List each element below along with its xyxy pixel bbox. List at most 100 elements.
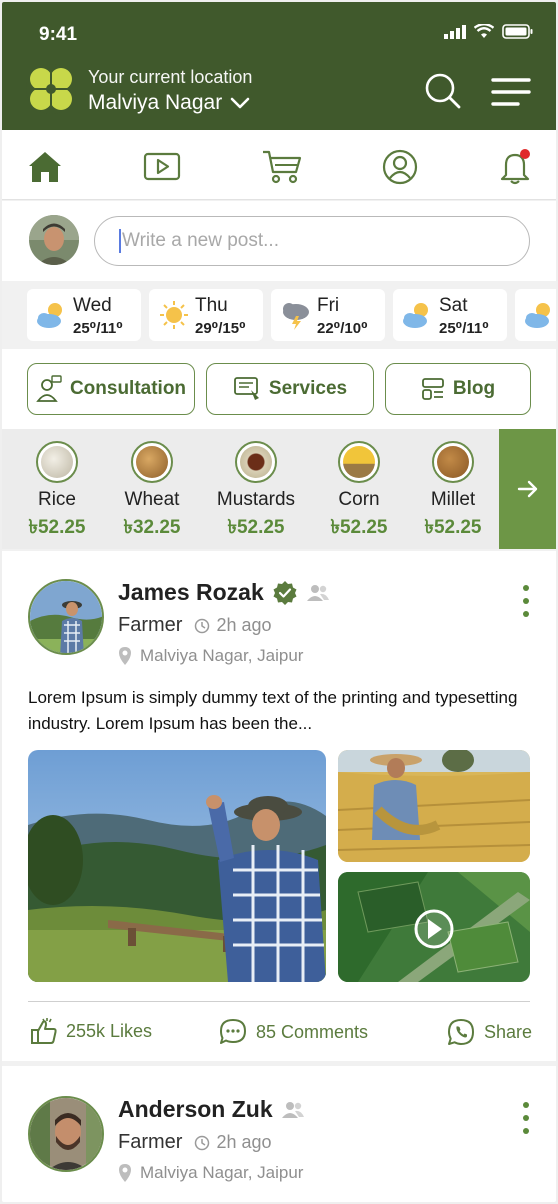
share-button[interactable]: Share (446, 1017, 532, 1047)
services-label: Services (268, 378, 348, 399)
commodity-name: Rice (37, 489, 76, 510)
post-options-icon[interactable] (521, 585, 531, 617)
commodity-item[interactable]: Wheat ৳32.25 (104, 441, 200, 545)
home-icon[interactable] (26, 148, 64, 186)
post-author-meta: Farmer 2h ago (118, 614, 272, 637)
commodity-name: Millet (430, 489, 476, 510)
location-selector[interactable]: Malviya Nagar (88, 91, 250, 115)
profile-icon[interactable] (381, 148, 419, 186)
post-location: Malviya Nagar, Jaipur (118, 1163, 303, 1183)
mustards-thumbnail (235, 441, 277, 483)
corn-thumbnail (338, 441, 380, 483)
weather-card[interactable]: Wed 25⁰/11⁰ (27, 289, 141, 341)
weather-card[interactable]: Sat 25⁰/11⁰ (393, 289, 507, 341)
top-nav-bar (2, 130, 556, 200)
quick-links: Consultation Services Blog (2, 349, 556, 429)
blog-icon (421, 378, 444, 400)
consultation-button[interactable]: Consultation (27, 363, 195, 415)
consultation-label: Consultation (69, 378, 187, 399)
comment-button[interactable]: 85 Comments (218, 1017, 368, 1047)
post-location: Malviya Nagar, Jaipur (118, 646, 303, 666)
location-pin-icon (119, 647, 131, 665)
thunderstorm-icon (283, 303, 309, 330)
post-photo-main[interactable] (28, 750, 326, 982)
like-button[interactable]: 255k Likes (30, 1017, 152, 1045)
post-time-text: 2h ago (216, 1132, 272, 1152)
location-label: Your current location (88, 67, 253, 87)
clock-icon (195, 618, 210, 633)
video-icon[interactable] (143, 148, 181, 186)
commodity-item[interactable]: Corn ৳52.25 (311, 441, 407, 545)
likes-count: 255k Likes (66, 1020, 153, 1041)
post-time: 2h ago (194, 1132, 272, 1153)
commodity-item[interactable]: Mustards ৳52.25 (208, 441, 304, 545)
signal-icon (444, 24, 466, 39)
share-label: Share (484, 1021, 533, 1042)
location-pin-icon (119, 1164, 131, 1182)
commodity-item[interactable]: Rice ৳52.25 (9, 441, 105, 545)
post-author-role: Farmer (118, 614, 183, 636)
weather-temp: 25⁰/11⁰ (439, 320, 489, 337)
consultation-icon (36, 375, 62, 402)
services-icon (234, 377, 259, 400)
menu-icon[interactable] (490, 76, 532, 108)
post-author-meta: Farmer 2h ago (118, 1131, 272, 1154)
weather-card[interactable]: Thu 29⁰/15⁰ (149, 289, 263, 341)
commodity-prices: Rice ৳52.25 Wheat ৳32.25 Mustards ৳52.25… (2, 429, 556, 549)
weather-day: Fri (317, 295, 340, 316)
cart-icon[interactable] (262, 148, 304, 186)
arrow-right-icon (517, 480, 537, 498)
post-author-name[interactable]: James Rozak (118, 579, 264, 606)
partly-cloudy-icon (525, 303, 550, 328)
weather-card-partial[interactable] (515, 289, 556, 341)
new-post-placeholder: Write a new post... (122, 230, 279, 251)
search-icon[interactable] (424, 72, 462, 110)
weather-temp: 22⁰/10⁰ (317, 320, 368, 337)
location-value: Malviya Nagar (88, 91, 223, 114)
whatsapp-share-icon (448, 1019, 474, 1045)
commodity-price: ৳32.25 (123, 517, 181, 538)
commodity-price: ৳52.25 (28, 517, 86, 538)
weather-temp: 29⁰/15⁰ (195, 320, 246, 337)
commodity-price: ৳52.25 (330, 517, 388, 538)
post-time-text: 2h ago (216, 615, 272, 635)
post-author-name[interactable]: Anderson Zuk (118, 1096, 273, 1123)
text-caret (119, 229, 121, 253)
new-post-input[interactable]: Write a new post... (94, 216, 530, 266)
services-button[interactable]: Services (206, 363, 374, 415)
wifi-icon (474, 24, 494, 38)
blog-label: Blog (452, 378, 496, 399)
post-author-name-row: James Rozak (118, 579, 330, 606)
commodity-name: Wheat (124, 489, 180, 510)
weather-temp: 25⁰/11⁰ (73, 320, 123, 337)
blog-button[interactable]: Blog (385, 363, 531, 415)
comments-count: 85 Comments (256, 1021, 369, 1042)
commodity-price: ৳52.25 (424, 517, 482, 538)
post-author-avatar[interactable] (28, 579, 104, 655)
partly-cloudy-icon (37, 303, 62, 328)
app-header: 9:41 Your current location Malviya Nagar (2, 2, 556, 130)
post-video-thumbnail[interactable] (338, 872, 530, 982)
group-icon (281, 1101, 304, 1118)
current-user-avatar[interactable] (29, 215, 79, 265)
post-divider (28, 1001, 530, 1002)
clock-icon (195, 1135, 210, 1150)
post-photo-2[interactable] (338, 750, 530, 862)
post-author-avatar[interactable] (28, 1096, 104, 1172)
weather-day: Thu (195, 295, 228, 316)
weather-card[interactable]: Fri 22⁰/10⁰ (271, 289, 385, 341)
notification-bell-icon[interactable] (496, 148, 536, 186)
post-composer: Write a new post... (2, 201, 556, 281)
commodity-next-button[interactable] (499, 429, 556, 549)
partly-cloudy-icon (403, 303, 428, 328)
sun-icon (160, 301, 188, 329)
rice-thumbnail (36, 441, 78, 483)
post-options-icon[interactable] (521, 1102, 531, 1134)
chevron-down-icon (230, 97, 250, 109)
weather-day: Sat (439, 295, 468, 316)
weather-strip: Wed 25⁰/11⁰ Thu 29⁰/15⁰ Fri 22⁰/10⁰ Sat … (2, 281, 556, 349)
commodity-item[interactable]: Millet ৳52.25 (405, 441, 501, 545)
post-location-text: Malviya Nagar, Jaipur (140, 1163, 304, 1182)
post-location-text: Malviya Nagar, Jaipur (140, 646, 304, 665)
thumbs-up-icon (31, 1018, 57, 1044)
